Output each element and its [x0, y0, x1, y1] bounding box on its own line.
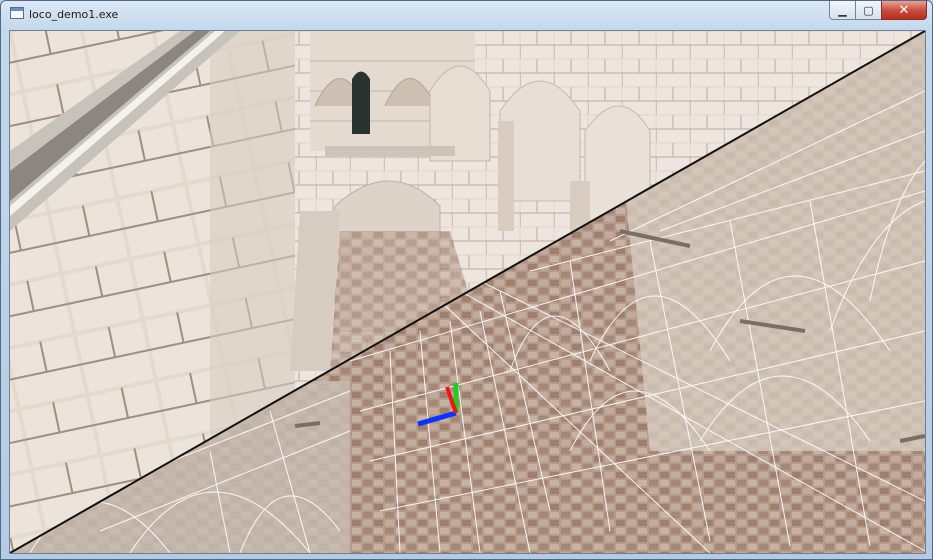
minimize-button[interactable]: ▁ [829, 1, 855, 20]
scene-render [10, 31, 925, 553]
app-window: loco_demo1.exe ▁ ▢ ✕ [0, 0, 933, 560]
caption-buttons: ▁ ▢ ✕ [829, 1, 927, 21]
maximize-button[interactable]: ▢ [855, 1, 881, 20]
3d-viewport[interactable] [9, 30, 926, 554]
window-title: loco_demo1.exe [29, 8, 119, 21]
close-button[interactable]: ✕ [881, 1, 927, 20]
title-bar[interactable]: loco_demo1.exe ▁ ▢ ✕ [1, 1, 932, 29]
app-icon[interactable] [10, 7, 24, 19]
